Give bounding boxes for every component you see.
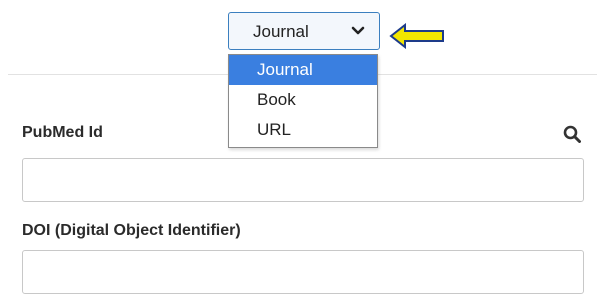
chevron-down-icon xyxy=(351,26,365,35)
option-book[interactable]: Book xyxy=(229,85,377,115)
doi-label: DOI (Digital Object Identifier) xyxy=(22,222,241,239)
option-journal[interactable]: Journal xyxy=(229,55,377,85)
option-url[interactable]: URL xyxy=(229,115,377,145)
arrow-left-icon xyxy=(389,23,444,49)
doi-input[interactable] xyxy=(22,250,584,294)
pubmed-id-label: PubMed Id xyxy=(22,124,103,141)
type-dropdown-list: Journal Book URL xyxy=(228,54,378,148)
type-select-value: Journal xyxy=(253,22,309,41)
type-select[interactable]: Journal xyxy=(228,12,380,50)
pubmed-id-input[interactable] xyxy=(22,158,584,202)
search-icon[interactable] xyxy=(563,125,581,143)
